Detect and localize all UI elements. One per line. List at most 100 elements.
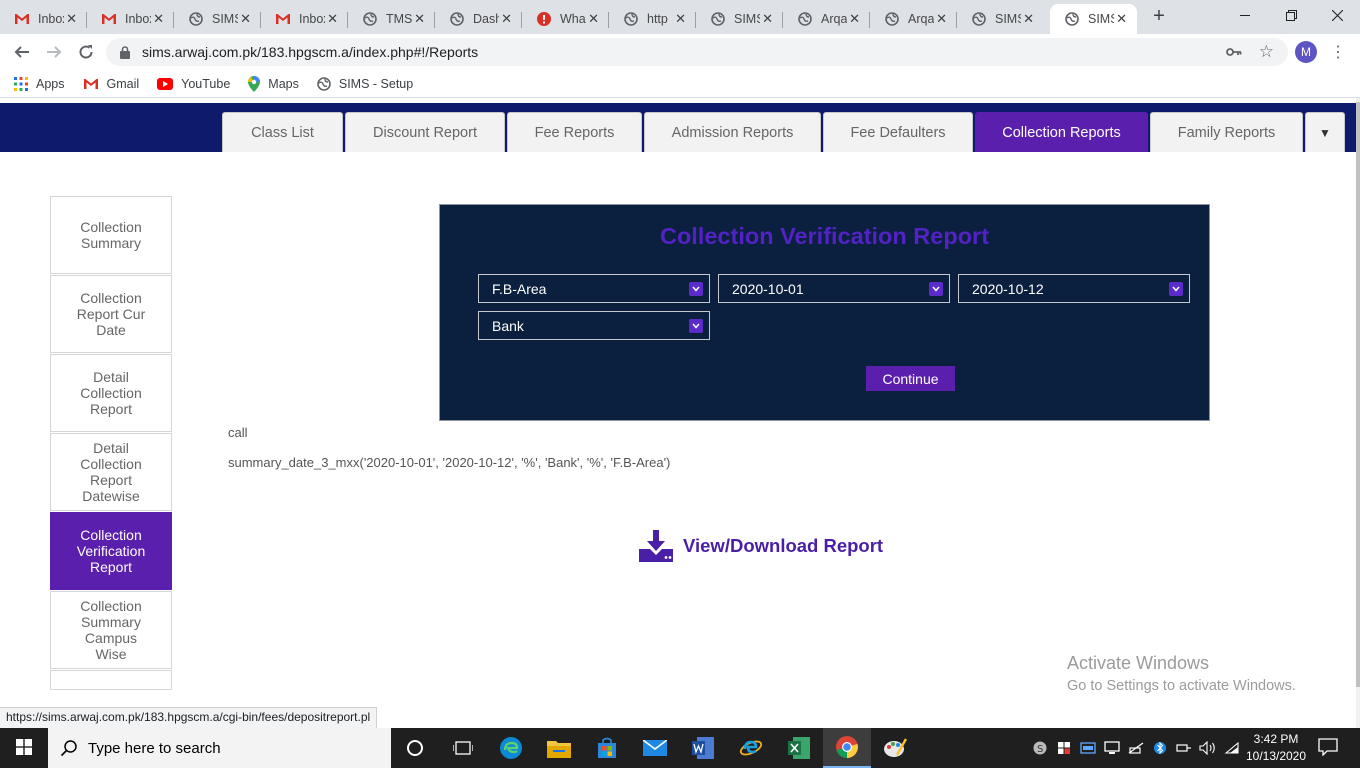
- mail-icon[interactable]: [631, 728, 679, 768]
- tab-fee-reports[interactable]: Fee Reports: [507, 112, 642, 152]
- close-icon[interactable]: ✕: [762, 12, 773, 26]
- tab-title: TMS: [386, 12, 412, 26]
- close-icon[interactable]: ✕: [414, 12, 425, 26]
- key-icon[interactable]: [1226, 44, 1242, 60]
- web-page: Class List Discount Report Fee Reports A…: [0, 98, 1356, 728]
- close-icon[interactable]: ✕: [675, 12, 686, 26]
- tab-class-list[interactable]: Class List: [222, 112, 343, 152]
- excel-icon[interactable]: [775, 728, 823, 768]
- menu-item-partial[interactable]: [50, 670, 172, 690]
- more-tabs-dropdown[interactable]: ▼: [1305, 112, 1345, 152]
- page-scrollbar[interactable]: [1356, 98, 1360, 728]
- forward-button[interactable]: [42, 40, 66, 64]
- tab-title: Arqa: [821, 12, 847, 26]
- cortana-icon[interactable]: [391, 728, 439, 768]
- menu-collection-report-cur-date[interactable]: Collection Report Cur Date: [50, 275, 172, 353]
- close-icon[interactable]: ✕: [936, 12, 947, 26]
- watermark-line1: Activate Windows: [1067, 653, 1210, 673]
- browser-tab[interactable]: TMS ✕: [348, 4, 435, 34]
- start-button[interactable]: [0, 728, 48, 768]
- notification-icon[interactable]: [1318, 738, 1338, 759]
- profile-avatar[interactable]: M: [1295, 41, 1317, 63]
- bookmark-maps[interactable]: Maps: [248, 75, 299, 92]
- star-icon[interactable]: ☆: [1259, 42, 1274, 62]
- reload-button[interactable]: [74, 40, 98, 64]
- display-icon[interactable]: [1100, 741, 1124, 755]
- lock-icon[interactable]: [120, 45, 130, 59]
- continue-button[interactable]: Continue: [866, 366, 955, 391]
- bookmark-apps[interactable]: Apps: [14, 76, 65, 91]
- bluetooth-icon[interactable]: [1148, 740, 1172, 756]
- address-bar[interactable]: sims.arwaj.com.pk/183.hpgscm.a/index.php…: [106, 38, 1288, 66]
- paint-icon[interactable]: [871, 728, 919, 768]
- browser-tab[interactable]: Inbox ✕: [261, 4, 348, 34]
- bookmark-sims-setup[interactable]: SIMS - Setup: [317, 77, 413, 91]
- menu-detail-collection-report[interactable]: Detail Collection Report: [50, 354, 172, 432]
- bookmark-gmail[interactable]: Gmail: [83, 77, 139, 91]
- system-clock[interactable]: 3:42 PM 10/13/2020: [1240, 731, 1312, 765]
- task-view-icon[interactable]: [439, 728, 487, 768]
- download-icon: [639, 530, 673, 562]
- tab-title: http: [647, 12, 668, 26]
- bookmark-youtube[interactable]: YouTube: [157, 77, 230, 91]
- skype-icon[interactable]: S: [1028, 741, 1052, 755]
- close-icon[interactable]: ✕: [501, 12, 512, 26]
- close-icon[interactable]: ✕: [240, 12, 251, 26]
- new-tab-button[interactable]: +: [1148, 5, 1170, 27]
- browser-tab[interactable]: SIMS ✕: [174, 4, 261, 34]
- payment-mode-select[interactable]: Bank: [478, 311, 710, 340]
- close-icon[interactable]: ✕: [327, 12, 338, 26]
- back-button[interactable]: [10, 40, 34, 64]
- menu-collection-summary[interactable]: Collection Summary: [50, 196, 172, 274]
- browser-tab[interactable]: Arqa ✕: [870, 4, 957, 34]
- date-from-select[interactable]: 2020-10-01: [718, 274, 950, 303]
- word-icon[interactable]: [679, 728, 727, 768]
- browser-tab-active[interactable]: SIMS ✕: [1050, 4, 1137, 34]
- mute-icon[interactable]: [1124, 741, 1148, 755]
- close-icon[interactable]: ✕: [1116, 12, 1127, 26]
- browser-tab[interactable]: What ✕: [522, 4, 609, 34]
- menu-detail-collection-report-datewise[interactable]: Detail Collection Report Datewise: [50, 433, 172, 511]
- edge-icon[interactable]: [487, 728, 535, 768]
- tab-family-reports[interactable]: Family Reports: [1150, 112, 1303, 152]
- browser-tab[interactable]: SIMS ✕: [696, 4, 783, 34]
- browser-tab[interactable]: SIMS ✕: [957, 4, 1044, 34]
- file-explorer-icon[interactable]: [535, 728, 583, 768]
- keyboard-icon[interactable]: [1076, 741, 1100, 755]
- menu-collection-verification-report[interactable]: Collection Verification Report: [50, 512, 172, 590]
- more-menu-icon[interactable]: ⋮: [1330, 40, 1346, 64]
- browser-tab-strip: Inbox ✕ Inbox ✕ SIMS ✕ Inbox ✕ TMS ✕ Das…: [0, 0, 1360, 34]
- close-icon[interactable]: ✕: [66, 12, 77, 26]
- date-to-select[interactable]: 2020-10-12: [958, 274, 1190, 303]
- tab-fee-defaulters[interactable]: Fee Defaulters: [823, 112, 973, 152]
- browser-tab[interactable]: http ✕: [609, 4, 696, 34]
- store-icon[interactable]: [583, 728, 631, 768]
- volume-icon[interactable]: [1196, 741, 1220, 755]
- browser-tab[interactable]: Dash ✕: [435, 4, 522, 34]
- chrome-icon[interactable]: [823, 728, 871, 768]
- browser-tab[interactable]: Arqa ✕: [783, 4, 870, 34]
- report-tabs: Class List Discount Report Fee Reports A…: [222, 112, 1345, 152]
- browser-tab[interactable]: Inbox ✕: [0, 4, 87, 34]
- globe-icon: [710, 11, 726, 27]
- tab-collection-reports[interactable]: Collection Reports: [975, 112, 1148, 152]
- close-icon[interactable]: ✕: [1023, 12, 1034, 26]
- internet-explorer-icon[interactable]: [727, 728, 775, 768]
- taskbar-search[interactable]: Type here to search: [48, 728, 391, 768]
- tab-admission-reports[interactable]: Admission Reports: [644, 112, 821, 152]
- restore-button[interactable]: [1268, 0, 1314, 30]
- tab-discount-report[interactable]: Discount Report: [345, 112, 505, 152]
- close-icon[interactable]: ✕: [588, 12, 599, 26]
- campus-select[interactable]: F.B-Area: [478, 274, 710, 303]
- scrollbar-thumb[interactable]: [1356, 102, 1360, 687]
- gmail-icon: [14, 11, 30, 27]
- power-plug-icon[interactable]: [1172, 742, 1196, 754]
- minimize-button[interactable]: [1222, 0, 1268, 30]
- download-report-link[interactable]: View/Download Report: [639, 530, 883, 562]
- menu-collection-summary-campus-wise[interactable]: Collection Summary Campus Wise: [50, 591, 172, 669]
- close-window-button[interactable]: [1314, 0, 1360, 30]
- close-icon[interactable]: ✕: [849, 12, 860, 26]
- network-security-icon[interactable]: [1052, 741, 1076, 755]
- browser-tab[interactable]: Inbox ✕: [87, 4, 174, 34]
- close-icon[interactable]: ✕: [153, 12, 164, 26]
